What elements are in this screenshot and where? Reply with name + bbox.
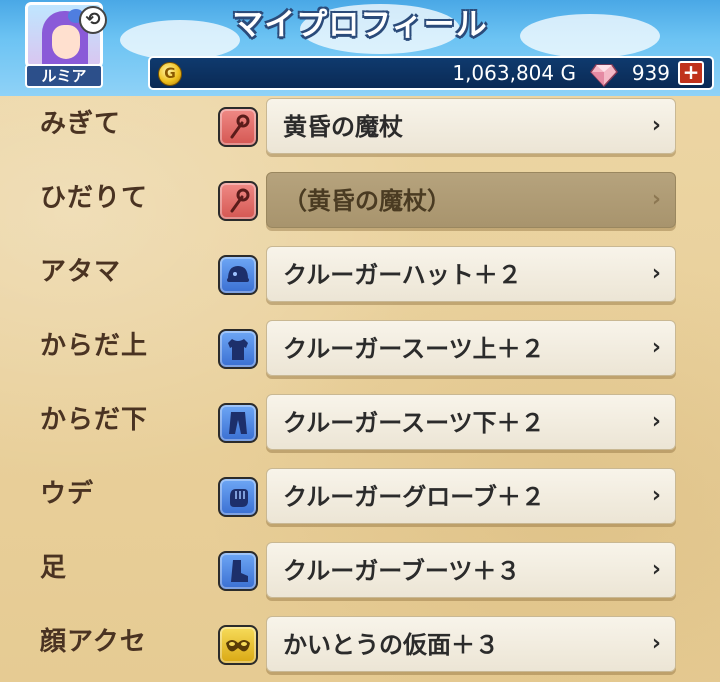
staff-icon — [218, 181, 258, 221]
equipment-row-body-upper: からだ上 クルーガースーツ上＋２ › — [0, 320, 720, 380]
helmet-icon — [218, 255, 258, 295]
equipment-row-head: アタマ クルーガーハット＋２ › — [0, 246, 720, 306]
chevron-right-icon: › — [651, 261, 661, 286]
equipment-row-face-accessory: 顔アクセ かいとうの仮面＋３ › — [0, 616, 720, 676]
slot-label: 足 — [40, 553, 68, 583]
character-avatar-card[interactable]: ⟲ ルミア — [25, 2, 107, 90]
chevron-right-icon: › — [651, 409, 661, 434]
item-name: クルーガーグローブ＋２ — [283, 483, 545, 511]
item-name: （黄昏の魔杖） — [283, 187, 451, 215]
equip-item-button[interactable]: かいとうの仮面＋３ › — [266, 616, 676, 672]
add-gems-button[interactable]: + — [678, 61, 704, 85]
slot-label: からだ下 — [40, 405, 149, 435]
boot-icon — [218, 551, 258, 591]
equip-item-button[interactable]: 黄昏の魔杖 › — [266, 98, 676, 154]
equip-item-button[interactable]: クルーガーグローブ＋２ › — [266, 468, 676, 524]
glove-icon — [218, 477, 258, 517]
slot-label: アタマ — [40, 257, 122, 287]
slot-label: ひだりて — [40, 183, 149, 213]
item-name: クルーガースーツ下＋２ — [283, 409, 545, 437]
chevron-right-icon: › — [651, 187, 661, 212]
equip-item-button-disabled[interactable]: （黄昏の魔杖） › — [266, 172, 676, 228]
chevron-right-icon: › — [651, 557, 661, 582]
equipment-row-right-hand: みぎて 黄昏の魔杖 › — [0, 98, 720, 158]
equip-item-button[interactable]: クルーガースーツ上＋２ › — [266, 320, 676, 376]
slot-label: ウデ — [40, 479, 95, 509]
staff-icon — [218, 107, 258, 147]
chevron-right-icon: › — [651, 483, 661, 508]
chevron-right-icon: › — [651, 631, 661, 656]
chevron-right-icon: › — [651, 335, 661, 360]
equipment-row-left-hand: ひだりて （黄昏の魔杖） › — [0, 172, 720, 232]
equip-item-button[interactable]: クルーガーブーツ＋３ › — [266, 542, 676, 598]
slot-label: みぎて — [40, 109, 122, 139]
item-name: クルーガーブーツ＋３ — [283, 557, 521, 585]
header-bar: マイプロフィール ⟲ ルミア G 1,063,804 G 939 + — [0, 0, 720, 96]
shirt-icon — [218, 329, 258, 369]
gold-coin-icon: G — [158, 62, 182, 86]
equipment-row-arms: ウデ クルーガーグローブ＋２ › — [0, 468, 720, 528]
swap-icon[interactable]: ⟲ — [79, 6, 107, 34]
equip-item-button[interactable]: クルーガーハット＋２ › — [266, 246, 676, 302]
slot-label: 顔アクセ — [40, 627, 147, 657]
gold-amount: 1,063,804 G — [452, 61, 576, 85]
item-name: クルーガースーツ上＋２ — [283, 335, 545, 363]
item-name: 黄昏の魔杖 — [283, 113, 403, 141]
pants-icon — [218, 403, 258, 443]
gem-amount: 939 — [631, 61, 670, 85]
gem-icon — [590, 64, 618, 87]
character-name: ルミア — [25, 64, 103, 88]
equipment-row-feet: 足 クルーガーブーツ＋３ › — [0, 542, 720, 602]
item-name: かいとうの仮面＋３ — [283, 631, 499, 659]
equip-item-button[interactable]: クルーガースーツ下＋２ › — [266, 394, 676, 450]
equipment-panel: みぎて 黄昏の魔杖 › ひだりて （黄昏の魔杖） › アタマ クルーガーハット＋… — [0, 96, 720, 682]
item-name: クルーガーハット＋２ — [283, 261, 522, 289]
chevron-right-icon: › — [651, 113, 661, 138]
avatar-face — [52, 25, 80, 59]
equipment-row-body-lower: からだ下 クルーガースーツ下＋２ › — [0, 394, 720, 454]
page-title: マイプロフィール — [232, 7, 488, 43]
currency-bar: G 1,063,804 G 939 + — [148, 56, 714, 90]
mask-icon — [218, 625, 258, 665]
slot-label: からだ上 — [40, 331, 149, 361]
